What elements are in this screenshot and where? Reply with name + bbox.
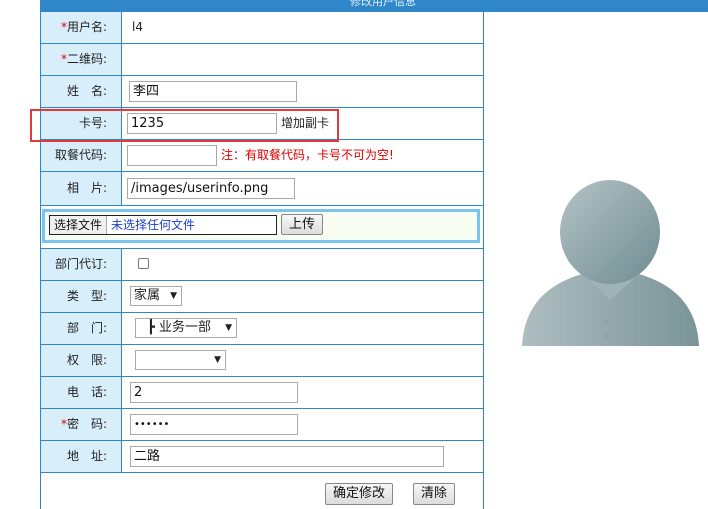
username-value: l4 bbox=[132, 20, 143, 34]
address-input[interactable]: 二路 bbox=[130, 446, 444, 467]
row-type: 类 型: 家属 ▼ bbox=[41, 281, 483, 313]
choose-file-button[interactable]: 选择文件 bbox=[50, 216, 108, 234]
row-phone: 电 话: 2 bbox=[41, 377, 483, 409]
department-select[interactable]: ┣ 业务一部 ▼ bbox=[135, 318, 237, 338]
form-header-bar: 修改用户信息 bbox=[40, 0, 708, 12]
type-selected-value: 家属 bbox=[134, 288, 161, 303]
row-department: 部 门: ┣ 业务一部 ▼ bbox=[41, 313, 483, 345]
meal-code-input[interactable] bbox=[127, 145, 217, 166]
upload-box: 选择文件 未选择任何文件 上传 bbox=[42, 209, 480, 243]
type-select[interactable]: 家属 ▼ bbox=[130, 286, 182, 306]
permission-select[interactable]: ▼ bbox=[135, 350, 226, 370]
add-secondary-card-link[interactable]: 增加副卡 bbox=[281, 108, 329, 139]
row-upload: 选择文件 未选择任何文件 上传 bbox=[41, 206, 483, 249]
label-phone: 电 话: bbox=[41, 377, 122, 408]
row-address: 地 址: 二路 bbox=[41, 441, 483, 473]
row-dept-order: 部门代订: bbox=[41, 249, 483, 281]
label-name: 姓 名: bbox=[41, 76, 122, 107]
card-number-input[interactable]: 1235 bbox=[127, 113, 277, 134]
form-header-title: 修改用户信息 bbox=[350, 0, 416, 8]
name-input[interactable]: 李四 bbox=[129, 81, 297, 102]
row-meal-code: 取餐代码: 注：有取餐代码，卡号不可为空! bbox=[41, 140, 483, 172]
dropdown-arrow-icon: ▼ bbox=[225, 323, 232, 333]
label-type: 类 型: bbox=[41, 281, 122, 312]
no-file-selected-text: 未选择任何文件 bbox=[111, 218, 196, 232]
clear-button[interactable]: 清除 bbox=[413, 483, 455, 505]
label-card: 卡号: bbox=[41, 108, 122, 139]
dropdown-arrow-icon: ▼ bbox=[170, 291, 177, 301]
department-selected-value: ┣ 业务一部 bbox=[147, 320, 211, 335]
label-photo: 相 片: bbox=[41, 172, 122, 205]
label-dept-order: 部门代订: bbox=[41, 249, 122, 280]
upload-button[interactable]: 上传 bbox=[281, 214, 323, 235]
label-qrcode: *二维码: bbox=[41, 44, 122, 75]
user-edit-form: *用户名: l4 *二维码: 姓 名: 李四 卡号: 1235 增加副卡 取餐代… bbox=[40, 12, 484, 509]
row-permission: 权 限: ▼ bbox=[41, 345, 483, 377]
dropdown-arrow-icon: ▼ bbox=[214, 355, 221, 365]
photo-path-input[interactable]: /images/userinfo.png bbox=[127, 178, 295, 199]
label-department: 部 门: bbox=[41, 313, 122, 344]
form-actions: 确定修改 清除 bbox=[41, 475, 482, 509]
label-address: 地 址: bbox=[41, 441, 122, 472]
phone-input[interactable]: 2 bbox=[130, 382, 298, 403]
row-photo: 相 片: /images/userinfo.png bbox=[41, 172, 483, 206]
label-username: *用户名: bbox=[41, 12, 122, 43]
label-password: *密 码: bbox=[41, 409, 122, 440]
row-name: 姓 名: 李四 bbox=[41, 76, 483, 108]
row-username: *用户名: l4 bbox=[41, 12, 483, 44]
file-input[interactable]: 选择文件 未选择任何文件 bbox=[49, 215, 277, 235]
dept-order-checkbox[interactable] bbox=[138, 258, 149, 269]
user-silhouette-icon bbox=[522, 180, 699, 346]
label-meal-code: 取餐代码: bbox=[41, 140, 122, 171]
row-qrcode: *二维码: bbox=[41, 44, 483, 76]
row-password: *密 码: •••••• bbox=[41, 409, 483, 441]
row-card: 卡号: 1235 增加副卡 bbox=[41, 108, 483, 140]
confirm-edit-button[interactable]: 确定修改 bbox=[325, 483, 393, 505]
meal-code-note: 注：有取餐代码，卡号不可为空! bbox=[221, 148, 394, 162]
password-input[interactable]: •••••• bbox=[130, 414, 298, 435]
label-permission: 权 限: bbox=[41, 345, 122, 376]
